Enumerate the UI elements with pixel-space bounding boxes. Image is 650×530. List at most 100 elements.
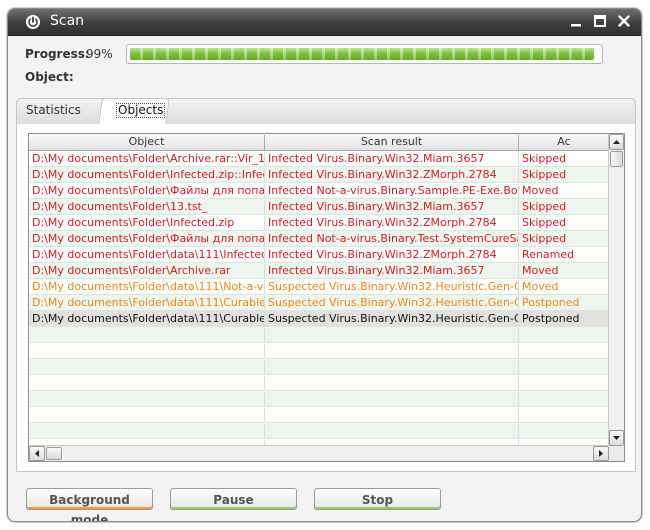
arrow-down-icon bbox=[613, 436, 620, 440]
cell-object: D:\My documents\Folder\Archive.rar::Vir_… bbox=[29, 152, 265, 167]
arrow-left-icon bbox=[35, 450, 39, 457]
table-row[interactable]: D:\My documents\Folder\data\111\Not-a-vi… bbox=[29, 279, 609, 295]
cell-scan-result: Suspected Virus.Binary.Win32.Heuristic.G… bbox=[265, 296, 519, 311]
cell-scan-result: Suspected Virus.Binary.Win32.Heuristic.G… bbox=[265, 312, 519, 327]
vertical-scrollbar[interactable] bbox=[608, 134, 624, 446]
table-row[interactable] bbox=[29, 375, 609, 391]
scroll-right-button[interactable] bbox=[593, 446, 609, 461]
table-row[interactable] bbox=[29, 327, 609, 343]
cell-action: Renamed bbox=[519, 248, 609, 263]
cell-object: D:\My documents\Folder\data\111\CurableI… bbox=[29, 312, 265, 327]
cell-scan-result: Infected Not-a-virus.Binary.Sample.PE-Ex… bbox=[265, 184, 519, 199]
cell-scan-result: Infected Virus.Binary.Win32.Miam.3657 bbox=[265, 200, 519, 215]
cell-empty bbox=[29, 328, 265, 343]
background-mode-button[interactable]: Background mode bbox=[26, 488, 153, 521]
arrow-right-icon bbox=[599, 450, 603, 457]
horizontal-scrollbar[interactable] bbox=[29, 445, 609, 461]
close-icon[interactable] bbox=[616, 13, 632, 29]
table-row[interactable] bbox=[29, 407, 609, 423]
cell-empty bbox=[265, 328, 519, 343]
cell-object: D:\My documents\Folder\Infected.zip bbox=[29, 216, 265, 231]
cell-empty bbox=[29, 344, 265, 359]
cell-scan-result: Infected Virus.Binary.Win32.Miam.3657 bbox=[265, 264, 519, 279]
cell-action: Skipped bbox=[519, 216, 609, 231]
cell-empty bbox=[519, 424, 609, 439]
scan-window: Scan Progress: 99% Object: Statistics Ob… bbox=[7, 8, 642, 522]
scrollbar-corner bbox=[609, 446, 624, 461]
stop-button[interactable]: Stop bbox=[314, 488, 441, 510]
cell-empty bbox=[265, 392, 519, 407]
table-row[interactable]: D:\My documents\Folder\data\111\Infected… bbox=[29, 247, 609, 263]
cell-action: Moved bbox=[519, 264, 609, 279]
horizontal-scroll-thumb[interactable] bbox=[46, 447, 62, 460]
cell-empty bbox=[519, 344, 609, 359]
cell-object: D:\My documents\Folder\data\111\Not-a-vi… bbox=[29, 280, 265, 295]
table-row[interactable] bbox=[29, 343, 609, 359]
minimize-icon[interactable] bbox=[568, 13, 584, 29]
table-row[interactable]: D:\My documents\Folder\Файлы для попапов… bbox=[29, 231, 609, 247]
cell-action: Skipped bbox=[519, 232, 609, 247]
cell-scan-result: Suspected Virus.Binary.Win32.Heuristic.G… bbox=[265, 280, 519, 295]
table-row[interactable]: D:\My documents\Folder\Файлы для попапов… bbox=[29, 183, 609, 199]
progress-fill bbox=[130, 48, 594, 60]
table-row[interactable] bbox=[29, 359, 609, 375]
table-row[interactable]: D:\My documents\Folder\Infected.zip Infec… bbox=[29, 215, 609, 231]
table-row[interactable]: D:\My documents\Folder\Infected.zip::Inf… bbox=[29, 167, 609, 183]
maximize-icon[interactable] bbox=[592, 13, 608, 29]
tab-bar: Statistics Objects bbox=[16, 98, 636, 125]
table-row[interactable]: D:\My documents\Folder\Archive.rar::Vir_… bbox=[29, 151, 609, 167]
cell-action: Moved bbox=[519, 184, 609, 199]
objects-panel: Object Scan result Ac D:\My documents\Fo… bbox=[16, 124, 636, 472]
objects-table: Object Scan result Ac D:\My documents\Fo… bbox=[28, 133, 625, 462]
table-row[interactable] bbox=[29, 423, 609, 439]
cell-empty bbox=[519, 328, 609, 343]
cell-object: D:\My documents\Folder\Archive.rar bbox=[29, 264, 265, 279]
cell-empty bbox=[265, 344, 519, 359]
tab-statistics[interactable]: Statistics bbox=[26, 103, 81, 117]
progress-bar bbox=[126, 44, 603, 64]
column-header-action[interactable]: Ac bbox=[519, 135, 609, 150]
cell-empty bbox=[29, 360, 265, 375]
table-row[interactable]: D:\My documents\Folder\13.tst_ Infected V… bbox=[29, 199, 609, 215]
arrow-up-icon bbox=[613, 140, 620, 144]
column-header-object[interactable]: Object bbox=[29, 135, 265, 150]
window-title: Scan bbox=[50, 13, 85, 29]
table-row[interactable]: D:\My documents\Folder\data\111\CurableI… bbox=[29, 311, 609, 327]
title-bar[interactable]: Scan bbox=[8, 9, 641, 36]
cell-object: D:\My documents\Folder\data\111\Infected bbox=[29, 248, 265, 263]
cell-empty bbox=[265, 424, 519, 439]
vertical-scroll-thumb[interactable] bbox=[610, 151, 623, 167]
cell-empty bbox=[29, 392, 265, 407]
cell-scan-result: Infected Virus.Binary.Win32.ZMorph.2784 bbox=[265, 216, 519, 231]
cell-action: Postponed bbox=[519, 312, 609, 327]
cell-object: D:\My documents\Folder\Файлы для попапов… bbox=[29, 232, 265, 247]
cell-scan-result: Infected Virus.Binary.Win32.ZMorph.2784 bbox=[265, 248, 519, 263]
cell-object: D:\My documents\Folder\Infected.zip::Inf… bbox=[29, 168, 265, 183]
power-icon bbox=[26, 15, 40, 29]
cell-empty bbox=[519, 376, 609, 391]
progress-value: 99% bbox=[86, 47, 113, 61]
table-row[interactable]: D:\My documents\Folder\Archive.rar Infect… bbox=[29, 263, 609, 279]
cell-action: Skipped bbox=[519, 200, 609, 215]
cell-object: D:\My documents\Folder\13.tst_ bbox=[29, 200, 265, 215]
table-row[interactable] bbox=[29, 391, 609, 407]
cell-empty bbox=[29, 408, 265, 423]
cell-action: Skipped bbox=[519, 168, 609, 183]
cell-empty bbox=[519, 392, 609, 407]
cell-action: Skipped bbox=[519, 152, 609, 167]
cell-empty bbox=[265, 408, 519, 423]
cell-empty bbox=[265, 376, 519, 391]
scroll-left-button[interactable] bbox=[29, 446, 45, 461]
cell-empty bbox=[29, 376, 265, 391]
scroll-down-button[interactable] bbox=[609, 430, 624, 446]
cell-action: Postponed bbox=[519, 296, 609, 311]
tab-objects[interactable]: Objects bbox=[116, 103, 166, 118]
table-row[interactable]: D:\My documents\Folder\data\111\CurableI… bbox=[29, 295, 609, 311]
cell-action: Moved bbox=[519, 280, 609, 295]
scroll-up-button[interactable] bbox=[609, 134, 624, 150]
pause-button[interactable]: Pause bbox=[170, 488, 297, 510]
cell-empty bbox=[29, 424, 265, 439]
cell-scan-result: Infected Virus.Binary.Win32.Miam.3657 bbox=[265, 152, 519, 167]
cell-object: D:\My documents\Folder\Файлы для попапов… bbox=[29, 184, 265, 199]
column-header-scan-result[interactable]: Scan result bbox=[265, 135, 519, 150]
